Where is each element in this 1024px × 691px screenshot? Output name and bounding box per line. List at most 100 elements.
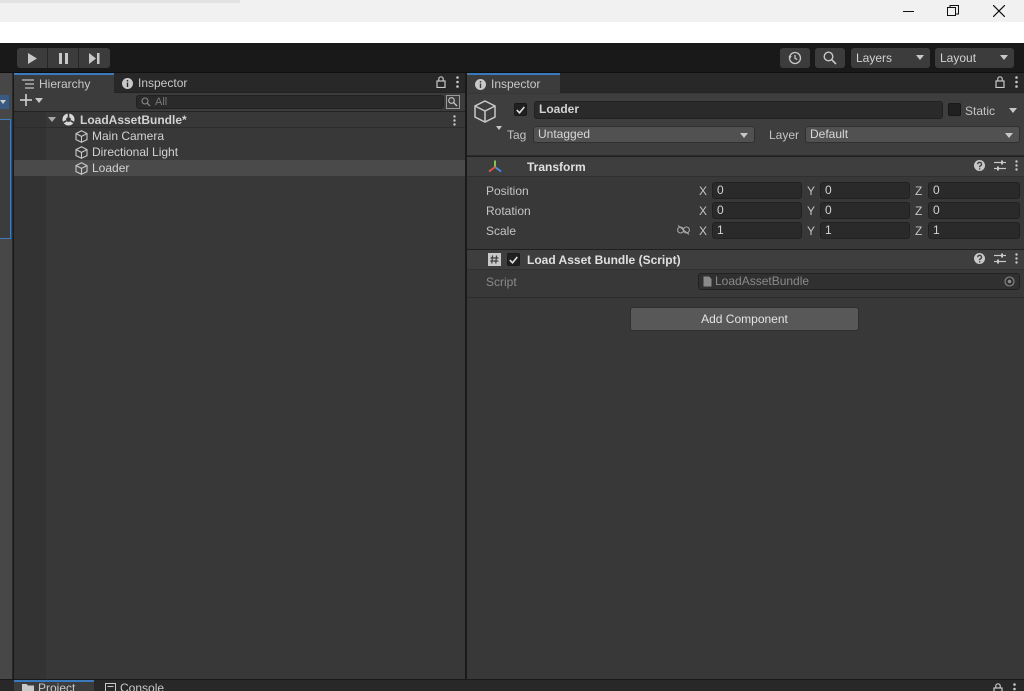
rotation-z-field[interactable]: 0 — [928, 202, 1020, 219]
tag-value: Untagged — [538, 127, 591, 141]
position-z-field[interactable]: 0 — [928, 182, 1020, 199]
chevron-down-icon — [35, 97, 43, 103]
rotation-y-field[interactable]: 0 — [820, 202, 910, 219]
chevron-down-icon — [916, 55, 924, 60]
hierarchy-tabbar: Hierarchy Inspector — [14, 73, 465, 93]
tag-label: Tag — [507, 128, 527, 142]
object-picker-icon[interactable] — [1004, 276, 1015, 287]
hierarchy-item-loader[interactable]: Loader — [14, 160, 465, 176]
scene-row[interactable]: LoadAssetBundle* — [14, 112, 465, 128]
axis-x-label: X — [699, 224, 708, 238]
kebab-menu-icon[interactable] — [456, 76, 459, 88]
scale-y-field[interactable]: 1 — [820, 222, 910, 239]
axis-z-label: Z — [915, 184, 923, 198]
help-icon[interactable] — [974, 253, 985, 264]
fold-arrow-icon[interactable] — [48, 117, 56, 122]
undo-history-button[interactable] — [780, 48, 810, 68]
active-checkbox[interactable] — [514, 103, 527, 116]
tab-inspector-secondary[interactable]: Inspector — [114, 73, 214, 93]
rotation-x-field[interactable]: 0 — [712, 202, 802, 219]
console-icon — [105, 683, 116, 691]
script-object-field[interactable]: LoadAssetBundle — [698, 273, 1020, 290]
lock-icon[interactable] — [993, 683, 1003, 691]
scale-z-value: 1 — [933, 223, 940, 237]
transform-title: Transform — [527, 160, 586, 174]
preset-sliders-icon[interactable] — [994, 253, 1006, 264]
hierarchy-item-directional-light[interactable]: Directional Light — [14, 144, 465, 160]
constrain-proportions-icon[interactable] — [677, 225, 690, 235]
tab-console[interactable]: Console — [105, 681, 165, 691]
step-icon — [89, 52, 100, 64]
history-icon — [788, 51, 802, 65]
chevron-down-icon — [1005, 133, 1013, 138]
search-button[interactable] — [815, 48, 845, 68]
scale-x-field[interactable]: 1 — [712, 222, 802, 239]
transform-tools — [974, 160, 1018, 171]
script-field-label: Script — [486, 275, 517, 289]
close-button[interactable] — [976, 0, 1022, 22]
tab-inspector[interactable]: Inspector — [467, 73, 560, 93]
pause-button[interactable] — [48, 48, 79, 68]
hierarchy-gutter — [14, 112, 46, 679]
layer-dropdown[interactable]: Default — [805, 126, 1020, 143]
hierarchy-toolbar: All — [14, 93, 465, 112]
position-label: Position — [486, 184, 529, 198]
scale-z-field[interactable]: 1 — [928, 222, 1020, 239]
gameobject-cube-icon[interactable] — [474, 100, 502, 130]
layers-dropdown[interactable]: Layers — [851, 48, 930, 68]
minimize-button[interactable] — [885, 0, 931, 22]
tag-dropdown[interactable]: Untagged — [533, 126, 755, 143]
axis-z-label: Z — [915, 204, 923, 218]
layout-dropdown[interactable]: Layout — [935, 48, 1014, 68]
play-icon — [28, 52, 37, 64]
hierarchy-tab-tools — [436, 76, 459, 88]
checkmark-icon — [509, 255, 518, 264]
add-component-button[interactable]: Add Component — [630, 307, 859, 331]
position-x-field[interactable]: 0 — [712, 182, 802, 199]
play-button[interactable] — [17, 48, 48, 68]
preset-sliders-icon[interactable] — [994, 160, 1006, 171]
chevron-down-icon[interactable] — [1009, 108, 1017, 113]
tab-hierarchy[interactable]: Hierarchy — [14, 73, 114, 93]
scene-view-dropdown-edge[interactable] — [0, 95, 9, 109]
position-y-field[interactable]: 0 — [820, 182, 910, 199]
kebab-menu-icon[interactable] — [1013, 683, 1016, 691]
minimize-icon — [902, 10, 914, 12]
position-x-value: 0 — [717, 183, 724, 197]
layer-label: Layer — [769, 128, 800, 142]
scale-label: Scale — [486, 224, 517, 238]
kebab-menu-icon[interactable] — [1015, 76, 1018, 88]
scene-visibility-icon[interactable] — [446, 95, 460, 109]
restore-button[interactable] — [930, 0, 976, 22]
lock-icon[interactable] — [436, 76, 446, 88]
close-icon — [993, 5, 1005, 17]
script-component-header[interactable]: Load Asset Bundle (Script) — [467, 249, 1024, 270]
hierarchy-panel: Hierarchy Inspector All LoadAssetBundle*… — [14, 73, 465, 679]
axis-y-label: Y — [807, 224, 816, 238]
step-button[interactable] — [79, 48, 110, 68]
gameobject-cube-icon — [75, 161, 88, 175]
unity-scene-icon — [62, 113, 75, 126]
transform-component-header[interactable]: Transform — [467, 156, 1024, 177]
info-icon — [122, 77, 133, 89]
hierarchy-item-main-camera[interactable]: Main Camera — [14, 128, 465, 144]
help-icon[interactable] — [974, 160, 985, 171]
script-component-tools — [974, 253, 1018, 264]
script-enabled-checkbox[interactable] — [507, 253, 520, 266]
tab-hierarchy-label: Hierarchy — [39, 77, 91, 91]
kebab-menu-icon[interactable] — [1015, 253, 1018, 264]
create-button[interactable] — [20, 94, 43, 106]
hierarchy-item-label: Loader — [92, 161, 130, 175]
chevron-down-icon — [1000, 55, 1008, 60]
tab-project-label: Project — [38, 681, 76, 691]
add-component-label: Add Component — [701, 312, 788, 326]
object-name-field[interactable]: Loader — [534, 101, 943, 119]
static-checkbox[interactable] — [948, 103, 961, 116]
tab-console-label: Console — [120, 681, 165, 691]
hierarchy-search-input[interactable]: All — [136, 95, 444, 109]
kebab-menu-icon[interactable] — [453, 115, 456, 126]
tab-project[interactable]: Project — [22, 681, 76, 691]
rotation-label: Rotation — [486, 204, 531, 218]
kebab-menu-icon[interactable] — [1015, 160, 1018, 171]
lock-icon[interactable] — [995, 76, 1005, 88]
